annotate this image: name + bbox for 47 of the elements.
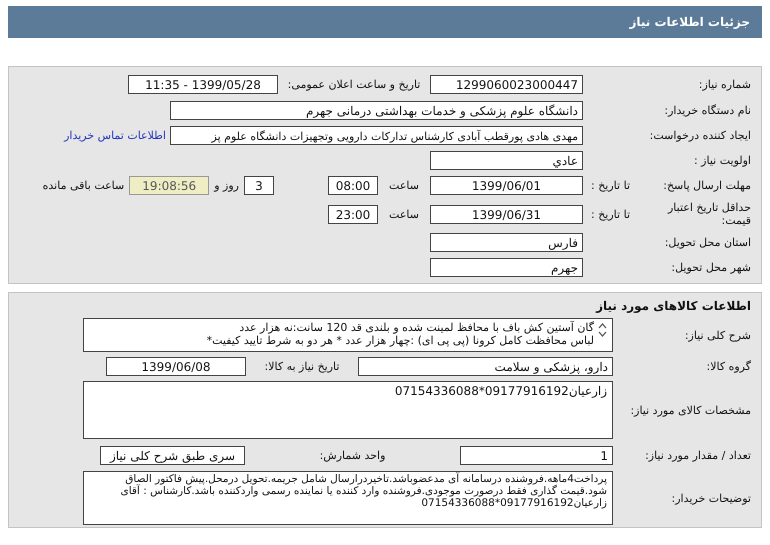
field-label: ایجاد کننده درخواست: <box>648 129 751 142</box>
field-label: گروه کالا: <box>706 360 751 373</box>
time-label: ساعت <box>388 208 420 220</box>
specs-text: زارعیان09177916192*07154336088 <box>394 384 607 398</box>
field-label: توضیحات خریدار: <box>670 492 751 504</box>
field-label: شرح کلی نیاز: <box>684 328 751 342</box>
remaining-label: ساعت باقی مانده <box>42 179 126 192</box>
field-label: شماره نیاز: <box>698 78 751 91</box>
field-label: مهلت ارسال پاسخ: <box>663 179 751 192</box>
goods-group-field: دارو، پزشکی و سلامت <box>358 357 613 376</box>
buyer-contact-link[interactable]: اطلاعات تماس خریدار <box>64 129 170 142</box>
field-label: تاریخ و ساعت اعلان عمومی: <box>286 78 422 91</box>
section-title: اطلاعات کالاهای مورد نیاز <box>594 298 751 315</box>
description-line: گان آستین کش باف با محافظ لمینت شده و بلندی قد 120 سانت:نه هزار عدد <box>238 321 594 334</box>
field-label: واحد شمارش: <box>318 448 386 462</box>
buyer-field: دانشگاه علوم پزشکی و خدمات بهداشتی درمانی جهرم <box>170 101 583 120</box>
unit-field: سری طبق شرح کلی نیاز <box>100 446 245 464</box>
deadline-date-field: 1399/06/01 <box>430 176 583 195</box>
field-label: شهر محل تحویل: <box>670 261 751 274</box>
deadline-time-field: 08:00 <box>328 176 378 195</box>
days-field: 3 <box>244 176 274 195</box>
field-label: نام دستگاه خریدار: <box>663 104 751 117</box>
creator-field: مهدی هادی پورقطب آبادی کارشناس تدارکات دارویی وتجهیزات دانشگاه علوم پز <box>170 126 583 145</box>
days-label: روز و <box>212 179 240 192</box>
province-field: فارس <box>430 233 583 252</box>
quantity-field: 1 <box>460 446 613 464</box>
validity-date-field: 1399/06/31 <box>430 204 583 224</box>
scroll-arrows-icon[interactable] <box>598 323 607 337</box>
field-label: حداقل تاریخ اعتبار قیمت: <box>666 201 751 227</box>
city-field: جهرم <box>430 258 583 277</box>
field-label: استان محل تحویل: <box>664 236 751 249</box>
field-label: تاریخ نیاز به کالا: <box>264 360 340 373</box>
remaining-time-field: 19:08:56 <box>129 176 210 195</box>
validity-time-field: 23:00 <box>328 204 378 224</box>
description-line: لباس محافظت کامل کرونا (پی پی ای) :چهار هزار عدد * هر دو به شرط تایید کیفیت* <box>206 334 594 347</box>
time-label: ساعت <box>388 179 420 192</box>
page-title: جزئیات اطلاعات نیاز <box>629 15 750 29</box>
announce-date-field: 1399/05/28 - 11:35 <box>128 75 278 94</box>
field-label: تعداد / مقدار مورد نیاز: <box>644 448 751 462</box>
need-number-field: 1299060023000447 <box>430 75 583 94</box>
notes-text: پرداخت4ماهه.فروشنده درسامانه آی مدعضوباشد.تاخیردرارسال شامل جریمه.تحویل درمحل.پیش فاکتور الصاق شود.قیمت گذاری فقط درصورت موجودی.فروشنده وارد کننده یا نماینده رسمی واردکننده باشد.کارشناس : آقای زارعیان09177916192*07154336088 <box>120 473 607 509</box>
field-label: اولویت نیاز : <box>692 154 751 167</box>
need-date-field: 1399/06/08 <box>106 357 246 376</box>
field-label: تا تاریخ : <box>591 179 630 192</box>
field-label: تا تاریخ : <box>591 208 630 220</box>
priority-field: عادي <box>430 151 583 170</box>
field-label: مشخصات کالای مورد نیاز: <box>629 404 751 416</box>
